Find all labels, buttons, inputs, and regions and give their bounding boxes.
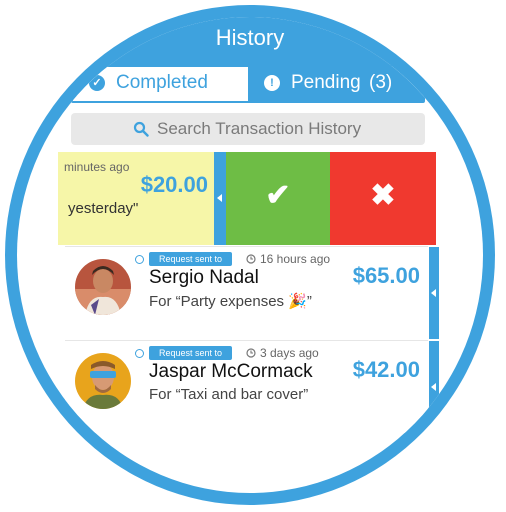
x-icon: ✖ xyxy=(370,179,396,212)
chevron-left-icon xyxy=(217,194,222,202)
item-note: For “Taxi and bar cover” xyxy=(149,386,309,403)
status-tabs: ✓ Completed ! Pending (3) xyxy=(71,65,425,103)
item-time: 3 days ago xyxy=(260,346,319,360)
tab-pending-label: Pending xyxy=(291,72,361,93)
item-amount: $65.00 xyxy=(352,263,420,288)
status-badge: Request sent to xyxy=(149,252,233,266)
clock-icon xyxy=(246,348,256,358)
exclamation-circle-icon: ! xyxy=(264,75,280,91)
item-time: 16 hours ago xyxy=(260,252,331,266)
tab-completed[interactable]: ✓ Completed xyxy=(73,67,248,101)
search-input[interactable]: Search Transaction History xyxy=(71,113,425,145)
chevron-left-icon xyxy=(431,383,436,391)
swipe-handle[interactable] xyxy=(429,247,439,339)
app-screen: History ✓ Completed ! Pending (3) Search… xyxy=(17,17,483,493)
swipe-handle[interactable] xyxy=(214,152,226,245)
item-amount: $42.00 xyxy=(352,357,420,382)
item-time: minutes ago xyxy=(64,160,130,174)
chevron-left-icon xyxy=(431,289,436,297)
item-name: Jaspar McCormack xyxy=(149,361,313,382)
search-placeholder: Search Transaction History xyxy=(157,119,362,138)
status-badge: Request sent to xyxy=(149,346,233,360)
tab-pending-count: (3) xyxy=(369,72,393,93)
search-icon xyxy=(133,121,149,137)
status-dot xyxy=(135,349,144,358)
page-title: History xyxy=(215,25,285,50)
accept-button[interactable]: ✔ xyxy=(226,152,330,245)
list-item[interactable]: Request sent to 3 days ago Jaspar McCorm… xyxy=(65,341,428,433)
tab-completed-label: Completed xyxy=(116,72,208,93)
list-item[interactable]: Request sent to 16 hours ago Sergio Nada… xyxy=(65,247,428,339)
check-icon: ✔ xyxy=(265,179,291,212)
clock-icon xyxy=(246,254,256,264)
item-name: Sergio Nadal xyxy=(149,267,259,288)
item-note: For “Party expenses 🎉” xyxy=(149,293,312,310)
avatar xyxy=(75,259,131,315)
decline-button[interactable]: ✖ xyxy=(330,152,436,245)
check-circle-icon: ✓ xyxy=(89,75,105,91)
pending-item-swiped[interactable]: minutes ago $20.00 yesterday" xyxy=(58,152,214,245)
tab-pending[interactable]: ! Pending (3) xyxy=(248,67,423,101)
status-dot xyxy=(135,255,144,264)
item-note: yesterday" xyxy=(68,200,139,217)
avatar xyxy=(75,353,131,409)
item-amount: $20.00 xyxy=(140,172,208,197)
swipe-handle[interactable] xyxy=(429,341,439,433)
